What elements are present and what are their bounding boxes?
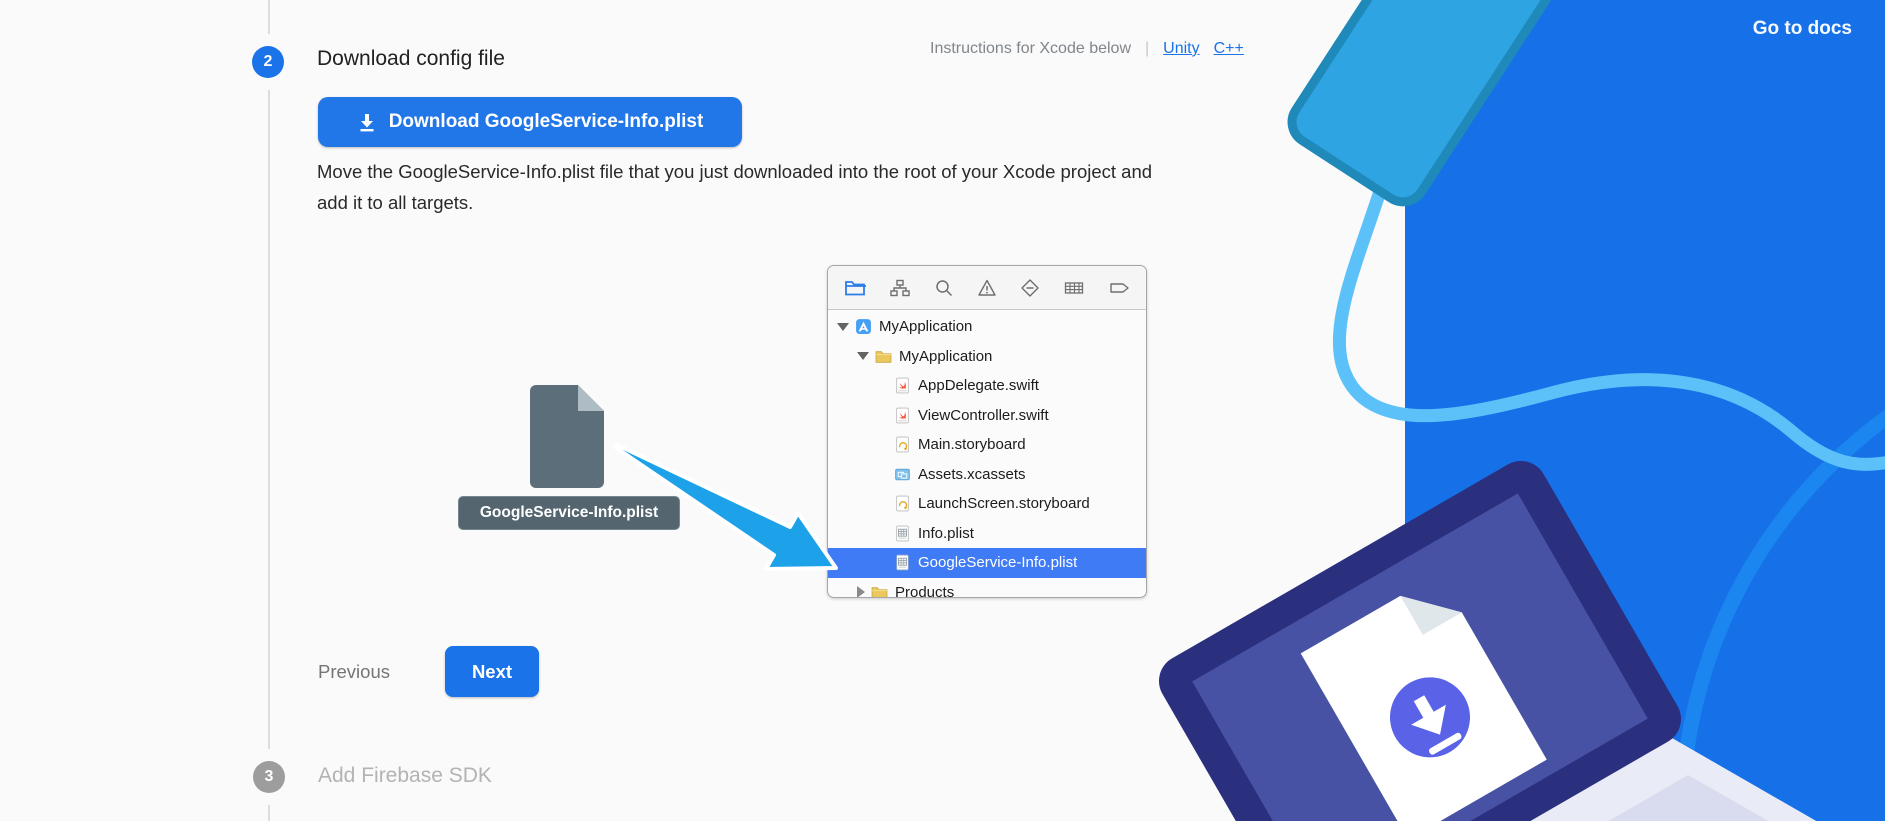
xcode-file-tree: MyApplication MyApplication AppDelegate.… [828,310,1146,598]
folder-icon [871,584,888,598]
phone-illustration [1284,0,1617,210]
blue-side-panel [1405,0,1885,821]
disclosure-right-icon[interactable] [857,586,865,598]
app-project-icon [855,318,872,335]
row-main-storyboard[interactable]: Main.storyboard [828,430,1146,460]
search-icon[interactable] [934,278,954,298]
stepper-rail-middle [268,90,270,749]
xcassets-icon [894,466,911,483]
step-3-badge: 3 [253,761,285,793]
step-2-title: Download config file [317,47,505,71]
divider: | [1145,40,1149,58]
unity-link[interactable]: Unity [1163,40,1199,58]
row-project-myapplication[interactable]: MyApplication [828,312,1146,342]
breakpoint-diamond-icon[interactable] [1020,278,1040,298]
next-button[interactable]: Next [445,646,539,697]
go-to-docs-link[interactable]: Go to docs [1753,18,1852,40]
project-navigator-folder-icon[interactable] [844,278,866,298]
folder-icon [875,348,892,365]
decor-circle-outline [1682,322,1885,821]
stepper-rail-bottom [268,805,270,821]
step-2-description: Move the GoogleService-Info.plist file t… [317,156,1297,218]
plist-file-label: GoogleService-Info.plist [458,496,680,530]
row-folder-myapplication[interactable]: MyApplication [828,342,1146,372]
row-viewcontroller-swift[interactable]: ViewController.swift [828,401,1146,431]
xcode-navigator-panel: MyApplication MyApplication AppDelegate.… [827,265,1147,598]
platform-switcher: Instructions for Xcode below | Unity C++ [930,40,1244,58]
swift-file-icon [894,407,911,424]
tag-pennant-icon[interactable] [1108,278,1130,298]
download-icon [357,112,377,132]
report-list-icon[interactable] [1063,278,1085,298]
storyboard-file-icon [894,436,911,453]
symbol-navigator-icon[interactable] [889,278,911,298]
row-appdelegate-swift[interactable]: AppDelegate.swift [828,371,1146,401]
platform-note: Instructions for Xcode below [930,40,1131,58]
step-3-title: Add Firebase SDK [318,764,492,788]
download-document-illustration [1301,573,1547,821]
row-launchscreen-storyboard[interactable]: LaunchScreen.storyboard [828,489,1146,519]
firebase-setup-page: 2 Download config file Instructions for … [0,0,1885,821]
download-plist-button[interactable]: Download GoogleService-Info.plist [318,97,742,147]
previous-button[interactable]: Previous [318,661,390,683]
laptop-illustration [1149,451,1885,821]
row-folder-products[interactable]: Products [828,578,1146,599]
disclosure-down-icon[interactable] [837,323,849,331]
row-googleservice-info-plist[interactable]: GoogleService-Info.plist [828,548,1146,578]
xcode-navigator-toolbar [828,266,1146,310]
cable-line [1339,185,1885,464]
storyboard-file-icon [894,495,911,512]
plist-document-icon [530,385,604,488]
step-2-badge: 2 [252,46,284,78]
disclosure-down-icon[interactable] [857,352,869,360]
stepper-rail-top [268,0,270,34]
row-assets-xcassets[interactable]: Assets.xcassets [828,460,1146,490]
plist-file-icon [894,525,911,542]
cpp-link[interactable]: C++ [1214,40,1244,58]
swift-file-icon [894,377,911,394]
issue-navigator-warning-icon[interactable] [977,278,997,298]
row-info-plist[interactable]: Info.plist [828,519,1146,549]
plist-file-icon [894,554,911,571]
